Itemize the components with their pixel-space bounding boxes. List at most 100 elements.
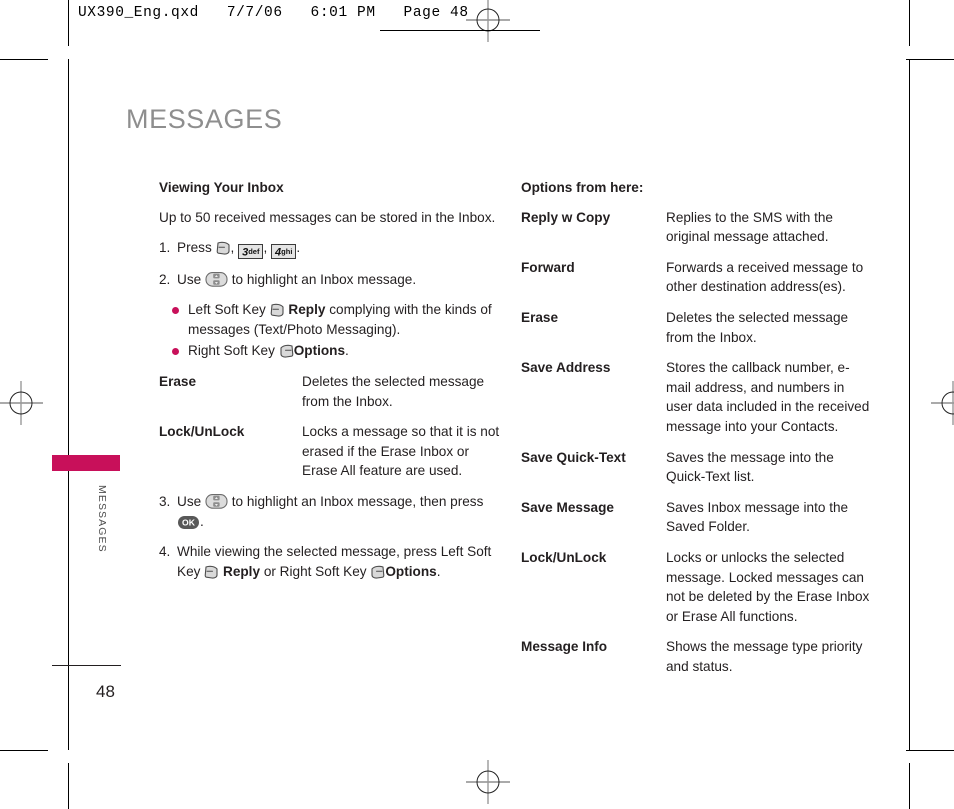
- definition-row: Save Quick-Text Saves the message into t…: [521, 448, 871, 487]
- keypad-4-letters: ghi: [281, 246, 293, 256]
- step-4-number: 4.: [159, 544, 171, 560]
- crop-mark-bottom-right-v: [909, 763, 910, 809]
- definition-row: Lock/UnLock Locks a message so that it i…: [159, 422, 504, 481]
- step-1-text-before: Press: [177, 240, 212, 256]
- step-4-text-mid: or Right Soft Key: [263, 563, 367, 579]
- definition-description: Stores the callback number, e-mail addre…: [666, 360, 870, 434]
- definition-description: Shows the message type priority and stat…: [666, 639, 863, 674]
- trim-guide-left: [68, 59, 69, 750]
- left-soft-key-icon: [216, 240, 231, 256]
- left-definition-list: Erase Deletes the selected message from …: [159, 372, 504, 481]
- step-4-bold-1: Reply: [223, 563, 261, 579]
- bullet-1-lead: Left Soft Key: [188, 302, 266, 318]
- registration-mark-left: [0, 381, 43, 425]
- step-3: 3. Use to highlight an Inbox message, th…: [159, 492, 504, 531]
- definition-term: Lock/UnLock: [159, 424, 245, 440]
- definition-row: Lock/UnLock Locks or unlocks the selecte…: [521, 548, 871, 626]
- definition-term: Message Info: [521, 639, 608, 655]
- definition-row: Forward Forwards a received message to o…: [521, 258, 871, 297]
- left-soft-key-icon: [204, 564, 219, 580]
- bullet-2-bold: Options: [293, 343, 346, 359]
- navigation-key-icon: [205, 493, 228, 510]
- step-4-text-after: .: [436, 563, 441, 579]
- keypad-3-letters: def: [248, 246, 260, 256]
- left-column-heading: Viewing Your Inbox: [159, 180, 284, 195]
- bullet-2-rest: .: [345, 343, 349, 359]
- step-3-text-after: .: [200, 513, 204, 529]
- crop-mark-top-right-v: [909, 0, 910, 46]
- side-chapter-label: MESSAGES: [96, 485, 108, 553]
- definition-description: Locks or unlocks the selected message. L…: [666, 549, 870, 624]
- page-title: MESSAGES: [126, 104, 283, 134]
- step-3-text-mid: to highlight an Inbox message, then pres…: [231, 494, 484, 510]
- step-4: 4. While viewing the selected message, p…: [159, 542, 504, 581]
- crop-mark-bottom-left-h: [0, 750, 48, 751]
- keypad-key-4-icon: 4ghi: [271, 243, 297, 259]
- step-1: 1. Press , 3def, 4ghi.: [159, 238, 504, 259]
- step-2-text-after: to highlight an Inbox message.: [231, 271, 417, 287]
- step-1-text-after: .: [296, 240, 301, 256]
- definition-description: Saves the message into the Quick-Text li…: [666, 449, 834, 485]
- definition-term: Save Quick-Text: [521, 449, 626, 465]
- definition-description: Deletes the selected message from the In…: [666, 309, 849, 345]
- definition-description: Forwards a received message to other des…: [666, 259, 864, 295]
- left-soft-key-icon: [270, 302, 285, 318]
- svg-text:OK: OK: [182, 517, 196, 527]
- definition-description: Replies to the SMS with the original mes…: [666, 209, 833, 245]
- slug-underline: [380, 30, 540, 31]
- crop-mark-top-right-h: [906, 59, 954, 60]
- page-number: 48: [96, 682, 115, 701]
- step-4-bold-2: Options: [385, 563, 437, 579]
- definition-term: Reply w Copy: [521, 209, 611, 225]
- step-3-text-before: Use: [177, 494, 202, 510]
- definition-term: Lock/UnLock: [521, 549, 607, 565]
- step-1-comma-2: ,: [263, 240, 268, 256]
- step-2-text-before: Use: [177, 271, 202, 287]
- ok-key-icon: OK: [177, 515, 200, 530]
- right-column-heading: Options from here:: [521, 180, 644, 195]
- crop-mark-top-left-h: [0, 59, 48, 60]
- bullet-left-soft-key: Left Soft Key Reply complying with the k…: [159, 300, 504, 339]
- definition-term: Save Address: [521, 360, 611, 376]
- definition-row: Erase Deletes the selected message from …: [159, 372, 504, 411]
- definition-description: Deletes the selected message from the In…: [302, 374, 485, 409]
- chapter-tab-marker: [52, 455, 120, 471]
- printer-slug-line: UX390_Eng.qxd 7/7/06 6:01 PM Page 48: [78, 5, 469, 21]
- step-1-comma-1: ,: [230, 240, 235, 256]
- crop-mark-bottom-left-v: [68, 763, 69, 809]
- left-column: Viewing Your Inbox Up to 50 received mes…: [159, 178, 504, 592]
- crop-mark-bottom-right-h: [906, 750, 954, 751]
- step-2-number: 2.: [159, 271, 171, 287]
- definition-term: Save Message: [521, 499, 614, 515]
- registration-mark-right: [931, 381, 954, 425]
- options-definition-list: Reply w Copy Replies to the SMS with the…: [521, 208, 871, 677]
- definition-description: Locks a message so that it is not erased…: [302, 424, 500, 479]
- step-2: 2. Use to highlight an Inbox message.: [159, 270, 504, 290]
- crop-mark-top-left-v: [68, 0, 69, 46]
- registration-mark-bottom: [466, 760, 510, 804]
- definition-term: Forward: [521, 259, 575, 275]
- bullet-1-bold: Reply: [288, 302, 326, 318]
- definition-row: Erase Deletes the selected message from …: [521, 308, 871, 347]
- right-soft-key-icon: [279, 343, 294, 359]
- soft-key-bullet-list: Left Soft Key Reply complying with the k…: [159, 300, 504, 361]
- definition-term: Erase: [521, 309, 559, 325]
- definition-description: Saves Inbox message into the Saved Folde…: [666, 499, 849, 535]
- definition-term: Erase: [159, 374, 197, 390]
- right-column: Options from here: Reply w Copy Replies …: [521, 178, 871, 687]
- right-soft-key-icon: [370, 564, 385, 580]
- folio-rule: [52, 665, 121, 667]
- bullet-2-lead: Right Soft Key: [188, 343, 275, 359]
- definition-row: Save Address Stores the callback number,…: [521, 358, 871, 436]
- definition-row: Save Message Saves Inbox message into th…: [521, 498, 871, 537]
- trim-guide-right: [909, 59, 910, 750]
- left-column-intro: Up to 50 received messages can be stored…: [159, 209, 496, 225]
- keypad-key-3-icon: 3def: [238, 243, 264, 259]
- navigation-key-icon: [205, 271, 228, 288]
- bullet-right-soft-key: Right Soft Key Options.: [159, 341, 504, 361]
- registration-mark-top: [466, 0, 510, 42]
- definition-row: Reply w Copy Replies to the SMS with the…: [521, 208, 871, 247]
- step-3-number: 3.: [159, 494, 171, 510]
- definition-row: Message Info Shows the message type prio…: [521, 637, 871, 676]
- step-1-number: 1.: [159, 240, 171, 256]
